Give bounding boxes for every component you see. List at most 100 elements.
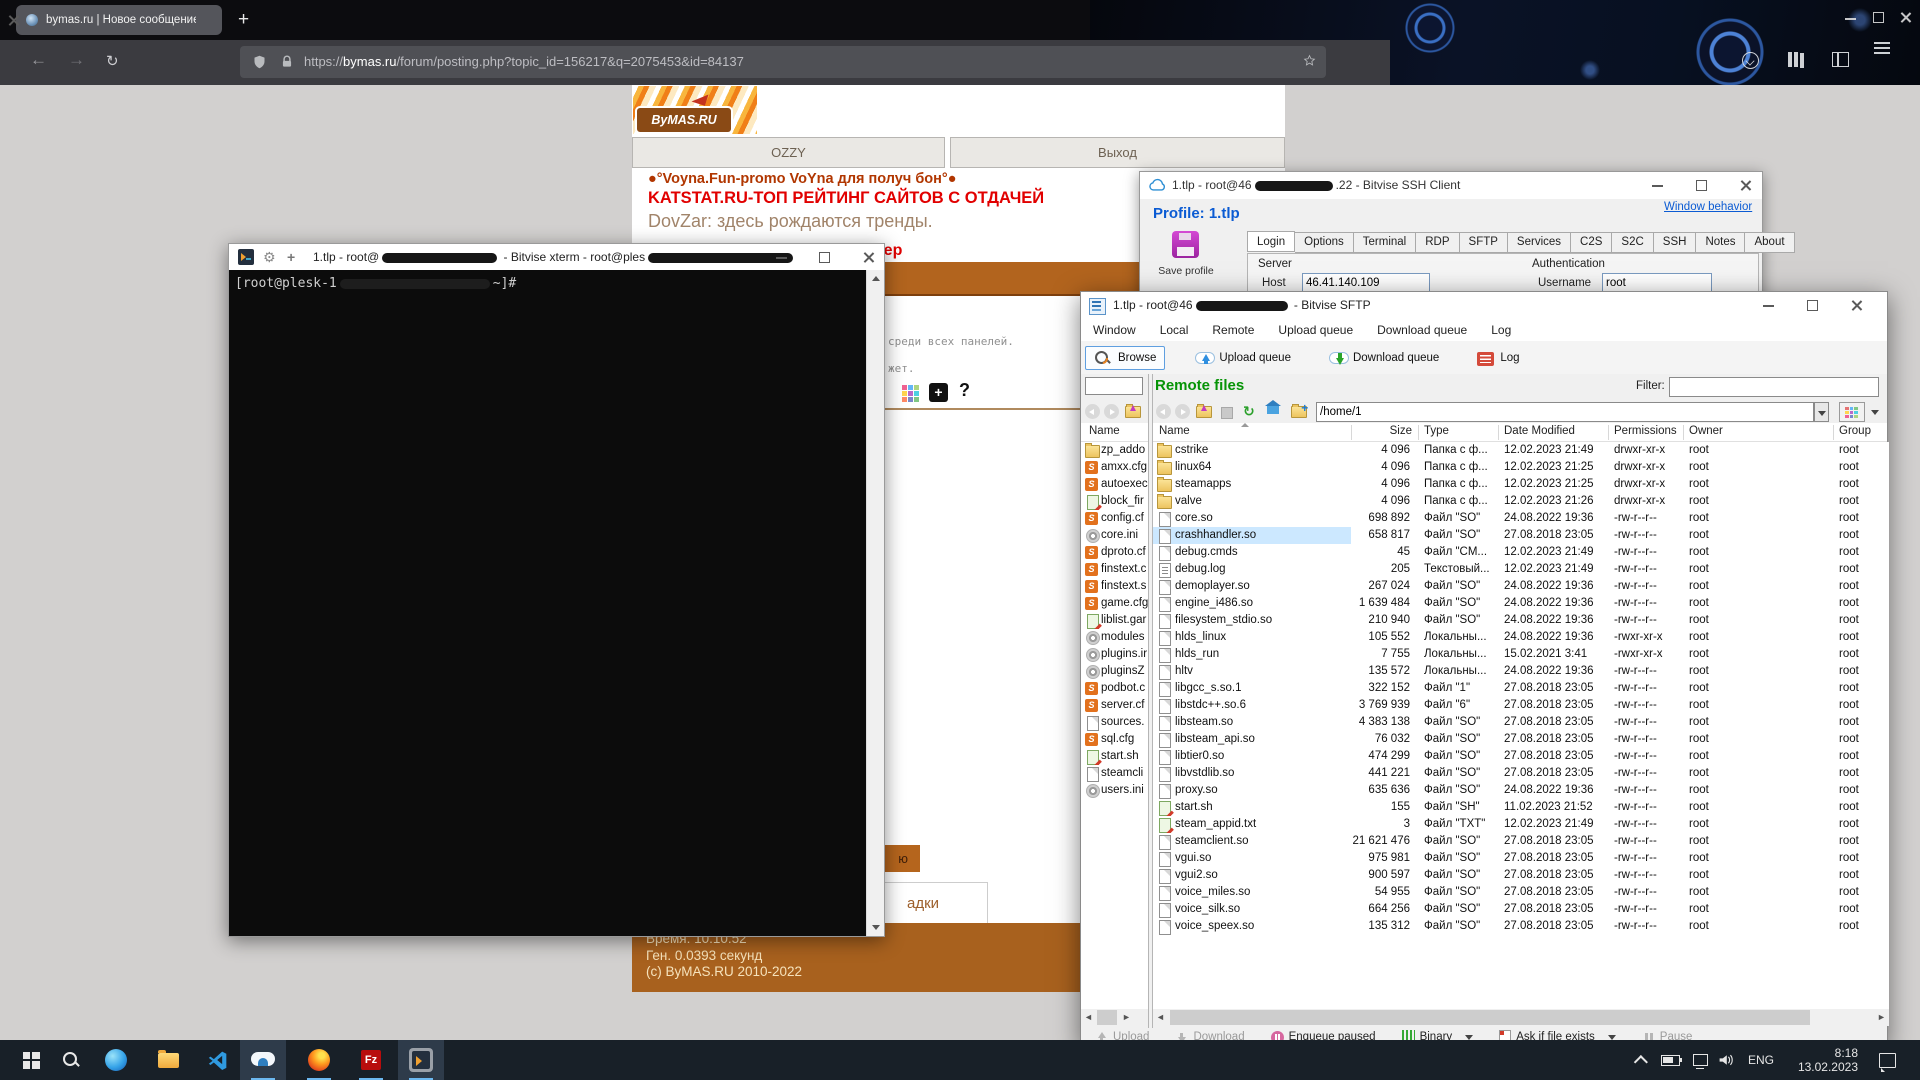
local-files-panel[interactable]: zp_addoSamxx.cfgSautoexecblock_firSconfi… — [1081, 442, 1148, 1009]
local-file-row[interactable]: Samxx.cfg — [1081, 459, 1148, 476]
taskbar-bitvise-icon[interactable] — [240, 1040, 286, 1080]
file-row[interactable]: steamapps4 096Папка с ф...12.02.2023 21:… — [1153, 476, 1889, 493]
taskbar-firefox-icon[interactable] — [296, 1040, 342, 1080]
file-row[interactable]: hlds_linux105 552Локальны...24.08.2022 1… — [1153, 629, 1889, 646]
local-file-row[interactable]: Sgame.cfg — [1081, 595, 1148, 612]
file-row[interactable]: linux644 096Папка с ф...12.02.2023 21:25… — [1153, 459, 1889, 476]
tracking-shield-icon[interactable] — [252, 54, 267, 70]
file-row[interactable]: start.sh155Файл "SH"11.02.2023 21:52-rw-… — [1153, 799, 1889, 816]
browser-tab[interactable]: bymas.ru | Новое сообщение — [16, 5, 222, 35]
file-row[interactable]: debug.log205Текстовый...12.02.2023 21:49… — [1153, 561, 1889, 578]
new-folder-icon[interactable] — [1291, 406, 1307, 418]
menu-remote[interactable]: Remote — [1200, 323, 1266, 337]
file-row[interactable]: libsteam_api.so76 032Файл "SO"27.08.2018… — [1153, 731, 1889, 748]
file-row[interactable]: voice_speex.so135 312Файл "SO"27.08.2018… — [1153, 918, 1889, 935]
file-row[interactable]: demoplayer.so267 024Файл "SO"24.08.2022 … — [1153, 578, 1889, 595]
remote-back-icon[interactable] — [1156, 404, 1171, 419]
file-row[interactable]: debug.cmds45Файл "CM...12.02.2023 21:49-… — [1153, 544, 1889, 561]
file-row[interactable]: proxy.so635 636Файл "SO"24.08.2022 19:36… — [1153, 782, 1889, 799]
file-row[interactable]: hlds_run7 755Локальны...15.02.2021 3:41-… — [1153, 646, 1889, 663]
new-tab-button[interactable]: + — [238, 7, 249, 33]
local-file-row[interactable]: Ssql.cfg — [1081, 731, 1148, 748]
terminal-scrollbar[interactable] — [866, 270, 884, 936]
refresh-icon[interactable]: ↻ — [1243, 403, 1255, 420]
column-header-size[interactable]: Size — [1351, 425, 1418, 437]
bbcode-palette-icon[interactable] — [902, 385, 919, 402]
window-behavior-link[interactable]: Window behavior — [1664, 201, 1752, 213]
file-row[interactable]: core.so698 892Файл "SO"24.08.2022 19:36-… — [1153, 510, 1889, 527]
toolbar-download-queue-button[interactable]: Download queue — [1321, 347, 1447, 369]
library-icon[interactable] — [1788, 52, 1792, 67]
taskbar-explorer-icon[interactable] — [145, 1040, 191, 1080]
tab-notes[interactable]: Notes — [1696, 232, 1745, 253]
terminal-screen[interactable]: [root@plesk-1~]# — [229, 270, 867, 936]
lock-icon[interactable] — [280, 54, 294, 70]
toolbar-upload-queue-button[interactable]: Upload queue — [1187, 347, 1299, 369]
file-row[interactable]: libtier0.so474 299Файл "SO"27.08.2018 23… — [1153, 748, 1889, 765]
local-file-row[interactable]: Sfinstext.c — [1081, 561, 1148, 578]
local-file-row[interactable]: users.ini — [1081, 782, 1148, 799]
file-row[interactable]: steamclient.so21 621 476Файл "SO"27.08.2… — [1153, 833, 1889, 850]
battery-icon[interactable] — [1661, 1040, 1680, 1080]
browser-close-button[interactable] — [1900, 11, 1912, 23]
scrollbar-thumb[interactable] — [1170, 1010, 1810, 1025]
file-row[interactable]: crashhandler.so658 817Файл "SO"27.08.201… — [1153, 527, 1889, 544]
forum-promo-link[interactable]: ●°Voyna.Fun-promo VoYna для получ бон°● — [648, 171, 956, 187]
reload-icon[interactable]: ↻ — [106, 52, 119, 70]
terminal-maximize-button[interactable] — [819, 252, 830, 263]
plus-icon[interactable]: + — [287, 244, 295, 270]
local-file-row[interactable]: pluginsZ — [1081, 663, 1148, 680]
local-file-row[interactable]: Sserver.cf — [1081, 697, 1148, 714]
scroll-left-icon[interactable]: ◄ — [1153, 1009, 1168, 1026]
file-row[interactable]: libstdc++.so.63 769 939Файл "6"27.08.201… — [1153, 697, 1889, 714]
forum-nav-logout[interactable]: Выход — [950, 137, 1285, 168]
bbcode-add-icon[interactable]: + — [929, 383, 948, 402]
tab-s2c[interactable]: S2C — [1612, 232, 1653, 253]
tab-ssh[interactable]: SSH — [1654, 232, 1697, 253]
back-icon[interactable]: ← — [30, 50, 47, 70]
taskbar-search-icon[interactable] — [48, 1040, 94, 1080]
column-separator[interactable] — [1833, 425, 1834, 440]
column-header-type[interactable]: Type — [1418, 425, 1498, 437]
column-header-group[interactable]: Group — [1833, 425, 1889, 437]
file-row[interactable]: engine_i486.so1 639 484Файл "SO"24.08.20… — [1153, 595, 1889, 612]
toolbar-browse-button[interactable]: Browse — [1085, 346, 1165, 370]
column-separator[interactable] — [1608, 425, 1609, 440]
browser-maximize-button[interactable] — [1873, 12, 1884, 23]
browser-minimize-button[interactable] — [1845, 18, 1856, 20]
local-file-row[interactable]: sources. — [1081, 714, 1148, 731]
file-row[interactable]: cstrike4 096Папка с ф...12.02.2023 21:49… — [1153, 442, 1889, 459]
bymas-logo[interactable]: ByMAS.RU — [633, 86, 757, 134]
speaker-icon[interactable] — [1718, 1040, 1734, 1080]
filter-input[interactable] — [1669, 377, 1879, 397]
tab-terminal[interactable]: Terminal — [1354, 232, 1416, 253]
forum-nav-username[interactable]: OZZY — [632, 137, 945, 168]
url-bar[interactable]: https://bymas.ru/forum/posting.php?topic… — [240, 46, 1326, 78]
column-header-date-modified[interactable]: Date Modified — [1498, 425, 1608, 437]
scroll-right-icon[interactable]: ► — [1874, 1009, 1889, 1026]
taskbar-filezilla-icon[interactable]: Fz — [348, 1040, 394, 1080]
remote-folder-up-icon[interactable] — [1196, 406, 1212, 418]
ssh-minimize-button[interactable] — [1652, 185, 1663, 187]
column-header-permissions[interactable]: Permissions — [1608, 425, 1683, 437]
action-center-icon[interactable] — [1879, 1040, 1896, 1080]
stop-icon[interactable] — [1221, 407, 1233, 419]
local-file-row[interactable]: steamcli — [1081, 765, 1148, 782]
dropdown-icon[interactable] — [1465, 1035, 1473, 1040]
local-file-row[interactable]: Sconfig.cf — [1081, 510, 1148, 527]
language-indicator[interactable]: ENG — [1748, 1040, 1774, 1080]
pocket-icon[interactable] — [1742, 52, 1759, 69]
terminal-title-bar[interactable]: ⚙ + 1.tlp - root@ - Bitvise xterm - root… — [229, 244, 884, 270]
file-row[interactable]: hltv135 572Локальны...24.08.2022 19:36-r… — [1153, 663, 1889, 680]
local-h-scrollbar[interactable]: ◄ ► — [1081, 1009, 1148, 1026]
username-field[interactable] — [1602, 273, 1712, 292]
ssh-maximize-button[interactable] — [1696, 180, 1707, 191]
scroll-up-icon[interactable] — [872, 276, 880, 281]
sftp-minimize-button[interactable] — [1763, 305, 1774, 307]
clock[interactable]: 8:1813.02.2023 — [1798, 1040, 1858, 1080]
remote-path-input[interactable]: /home/1 — [1316, 402, 1814, 422]
sidebar-icon[interactable] — [1832, 52, 1849, 67]
host-field[interactable] — [1302, 273, 1430, 292]
file-row[interactable]: voice_miles.so54 955Файл "SO"27.08.2018 … — [1153, 884, 1889, 901]
tab-services[interactable]: Services — [1508, 232, 1571, 253]
